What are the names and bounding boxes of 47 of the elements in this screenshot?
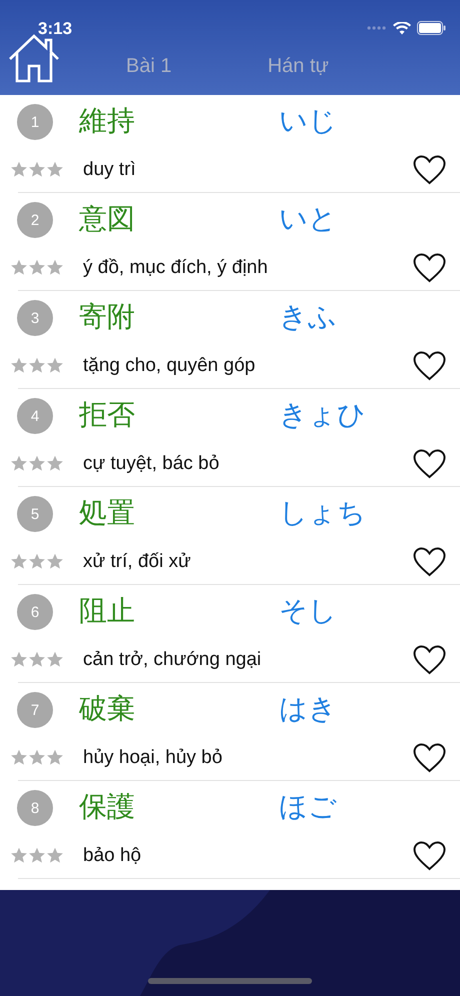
number-badge: 2: [17, 202, 53, 238]
header-tab[interactable]: Hán tự: [268, 55, 329, 78]
word-meaning: ý đồ, mục đích, ý định: [83, 256, 269, 278]
word-meaning: duy trì: [83, 158, 137, 180]
number-badge: 8: [17, 790, 53, 826]
header-tab[interactable]: Bài 1: [126, 55, 172, 78]
kana-reading: はき: [279, 691, 337, 727]
word-meaning: xử trí, đối xử: [83, 550, 192, 572]
home-icon[interactable]: [8, 32, 60, 82]
kanji-word: 処置: [79, 495, 136, 531]
kanji-word: 維持: [79, 103, 136, 139]
kana-reading: いじ: [279, 103, 337, 139]
kana-reading: そし: [279, 593, 337, 629]
kana-reading: いと: [279, 201, 337, 237]
number-badge: 4: [17, 398, 53, 434]
heart-icon[interactable]: [413, 840, 446, 870]
word-meaning: cản trở, chướng ngại: [83, 648, 262, 670]
heart-icon[interactable]: [413, 448, 446, 478]
kanji-word: 保護: [79, 789, 136, 825]
word-meaning: bảo hộ: [83, 844, 142, 866]
heart-icon[interactable]: [413, 546, 446, 576]
kana-reading: しょち: [279, 495, 366, 531]
heart-icon[interactable]: [413, 154, 446, 184]
number-badge: 3: [17, 300, 53, 336]
signal-icon: [367, 25, 387, 31]
number-badge: 1: [17, 104, 53, 140]
kana-reading: ほご: [279, 789, 337, 825]
status-time: 3:13: [38, 19, 72, 39]
word-meaning: cự tuyệt, bác bỏ: [83, 452, 220, 474]
kanji-word: 阻止: [79, 593, 136, 629]
number-badge: 6: [17, 594, 53, 630]
heart-icon[interactable]: [413, 742, 446, 772]
heart-icon[interactable]: [413, 350, 446, 380]
word-meaning: tặng cho, quyên góp: [83, 354, 256, 376]
heart-icon[interactable]: [413, 644, 446, 674]
kanji-word: 破棄: [79, 691, 136, 727]
kanji-word: 意図: [79, 201, 136, 237]
kana-reading: きょひ: [279, 397, 366, 433]
kanji-word: 拒否: [79, 397, 136, 433]
number-badge: 5: [17, 496, 53, 532]
battery-icon: [417, 21, 446, 35]
word-meaning: hủy hoại, hủy bỏ: [83, 746, 224, 768]
number-badge: 7: [17, 692, 53, 728]
wifi-icon: [393, 22, 411, 34]
heart-icon[interactable]: [413, 252, 446, 282]
kanji-word: 寄附: [79, 299, 136, 335]
kana-reading: きふ: [279, 299, 337, 335]
